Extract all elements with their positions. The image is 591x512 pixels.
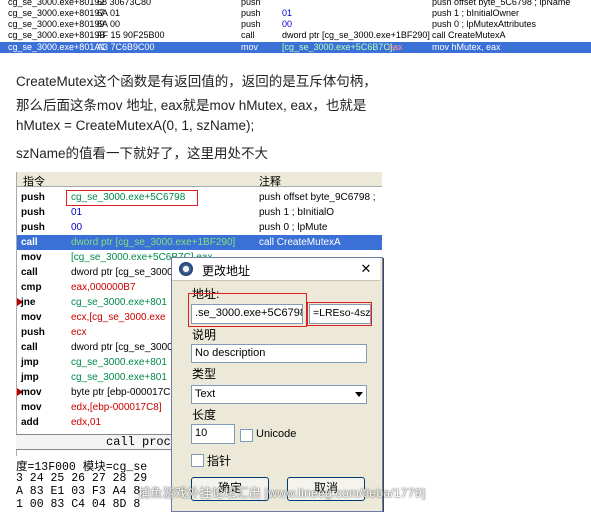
opcode-cell: mov xyxy=(241,42,259,52)
operand-cell: edx,01 xyxy=(71,417,102,428)
value-highlight-box xyxy=(307,302,372,326)
disasm-row[interactable]: cg_se_3000.exe+8019B FF 15 90F25B00 call… xyxy=(0,30,591,41)
opcode-cell: mov xyxy=(21,402,42,413)
comment-cell: push 1 ; bInitialOwner xyxy=(432,8,520,18)
operand-cell: dword ptr [cg_se_3000.exe+1BF290] xyxy=(71,237,236,248)
opcode-cell: push xyxy=(21,222,45,233)
disasm-row-selected[interactable]: call dword ptr [cg_se_3000.exe+1BF290] c… xyxy=(17,235,382,250)
bytes-cell: 6A 00 xyxy=(97,19,121,29)
opcode-cell: push xyxy=(21,327,45,338)
opcode-cell: add xyxy=(21,417,39,428)
hex-row: A 83 E1 03 F3 A4 8 xyxy=(16,485,141,498)
description-label: 说明 xyxy=(192,328,217,342)
opcode-cell: call xyxy=(241,30,255,40)
opcode-cell: push xyxy=(241,19,261,29)
article-line: CreateMutex这个函数是有返回值的，返回的是互斥体句柄， xyxy=(16,74,377,89)
hex-row: 3 24 25 26 27 28 29 xyxy=(16,472,148,485)
operand-cell: ecx xyxy=(71,327,87,338)
operand-cell: edx,[ebp-000017C8] xyxy=(71,402,162,413)
operand-cell: 01 xyxy=(282,8,293,18)
chevron-down-icon xyxy=(355,392,363,397)
comment-cell: push offset byte_5C6798 ; lpName xyxy=(432,0,571,7)
comment-cell: call CreateMutexA xyxy=(259,237,341,248)
disasm-row[interactable]: cg_se_3000.exe+80197 6A 01 push 01 push … xyxy=(0,8,591,19)
bytes-cell: A3 7C6B9C00 xyxy=(97,42,155,52)
operand-cell: cg_se_3000.exe+801 xyxy=(71,297,167,308)
opcode-cell: jmp xyxy=(21,372,39,383)
operand-cell: 01 xyxy=(71,207,83,218)
operand-cell: dword ptr [cg_se_3000.exe+1BF290] xyxy=(282,30,430,40)
operand-cell: byte ptr [ebp-000017C xyxy=(71,387,171,398)
bytes-cell: FF 15 90F25B00 xyxy=(97,30,165,40)
address-cell: cg_se_3000.exe+80197 xyxy=(8,8,105,18)
opcode-cell: push xyxy=(241,8,261,18)
watermark: 捕鱼游戏外挂论坛汇出 [www.lineeg.com/tieba/1779] xyxy=(138,486,426,500)
unicode-label: Unicode xyxy=(256,428,297,440)
description-input[interactable]: No description xyxy=(191,344,367,363)
cheat-engine-icon xyxy=(179,262,193,276)
header-comment[interactable]: 注释 xyxy=(259,173,281,189)
opcode-cell: jne xyxy=(21,297,36,308)
dialog-title: 更改地址 xyxy=(202,264,251,278)
article-line: hMutex = CreateMutexA(0, 1, szName); xyxy=(16,118,255,133)
disasm-row[interactable]: cg_se_3000.exe+80192 68 30673C80 push pu… xyxy=(0,0,591,8)
disasm-row[interactable]: cg_se_3000.exe+80199 6A 00 push 00 push … xyxy=(0,19,591,30)
unicode-checkbox[interactable] xyxy=(240,429,253,442)
operand-cell: 00 xyxy=(71,222,83,233)
address-cell: cg_se_3000.exe+80192 xyxy=(8,0,105,7)
column-header: 指令 注释 xyxy=(17,172,382,189)
address-cell: cg_se_3000.exe+8019B xyxy=(8,30,106,40)
disasm-row[interactable]: push 01 push 1 ; bInitialO xyxy=(17,205,382,220)
disasm-row[interactable]: push 00 push 0 ; lpMute xyxy=(17,220,382,235)
address-highlight-box xyxy=(188,293,307,327)
call-proc-label: call proc xyxy=(106,435,171,449)
change-address-dialog: 更改地址 ✕ 地址: .se_3000.exe+5C6798 =LREso-4s… xyxy=(171,257,383,512)
type-selected-value: Text xyxy=(195,388,216,400)
operand-register: eax xyxy=(388,42,403,52)
operand-cell: cg_se_3000.exe+801 xyxy=(71,357,167,368)
comment-cell: push 0 ; lpMute xyxy=(259,222,328,233)
opcode-cell: call xyxy=(21,342,38,353)
bytes-cell: 6A 01 xyxy=(97,8,121,18)
length-label: 长度 xyxy=(192,408,217,422)
operand-cell: 00 xyxy=(282,19,293,29)
type-select[interactable]: Text xyxy=(191,385,367,404)
disasm-row-selected[interactable]: cg_se_3000.exe+801A1 A3 7C6B9C00 mov [cg… xyxy=(0,42,591,53)
header-instruction[interactable]: 指令 xyxy=(23,173,45,189)
type-label: 类型 xyxy=(192,367,217,381)
operand-cell: eax,000000B7 xyxy=(71,282,136,293)
operand-highlight-box xyxy=(66,190,198,206)
close-button[interactable]: ✕ xyxy=(354,260,378,278)
opcode-cell: mov xyxy=(21,252,42,263)
comment-cell: push 1 ; bInitialO xyxy=(259,207,335,218)
operand-cell: [cg_se_3000.exe+5C6B7C], xyxy=(282,42,395,52)
opcode-cell: mov xyxy=(21,312,42,323)
opcode-cell: call xyxy=(21,267,38,278)
opcode-cell: push xyxy=(21,207,45,218)
dialog-titlebar[interactable]: 更改地址 ✕ xyxy=(172,258,380,281)
comment-cell: mov hMutex, eax xyxy=(432,42,501,52)
operand-cell: ecx,[cg_se_3000.exe xyxy=(71,312,166,323)
operand-cell: cg_se_3000.exe+801 xyxy=(71,372,167,383)
pointer-checkbox[interactable] xyxy=(191,454,204,467)
opcode-cell: push xyxy=(21,192,45,203)
opcode-cell: jmp xyxy=(21,357,39,368)
address-cell: cg_se_3000.exe+80199 xyxy=(8,19,105,29)
comment-cell: call CreateMutexA xyxy=(432,30,506,40)
opcode-cell: mov xyxy=(21,387,42,398)
pointer-label: 指针 xyxy=(207,454,232,468)
comment-cell: push 0 ; lpMutexAttributes xyxy=(432,19,537,29)
top-disassembly-view: cg_se_3000.exe+80192 68 30673C80 push pu… xyxy=(0,0,591,54)
opcode-cell: push xyxy=(241,0,261,7)
article-line: szName的值看一下就好了，这里用处不大 xyxy=(16,146,269,161)
opcode-cell: call xyxy=(21,237,38,248)
bytes-cell: 68 30673C80 xyxy=(97,0,152,7)
address-cell: cg_se_3000.exe+801A1 xyxy=(8,42,106,52)
length-input[interactable]: 10 xyxy=(191,424,235,444)
hex-row: 1 00 83 C4 04 8D 8 xyxy=(16,498,141,510)
opcode-cell: cmp xyxy=(21,282,42,293)
comment-cell: push offset byte_9C6798 ; xyxy=(259,192,376,203)
article-line: 那么后面这条mov 地址, eax就是mov hMutex, eax，也就是 xyxy=(16,98,367,113)
